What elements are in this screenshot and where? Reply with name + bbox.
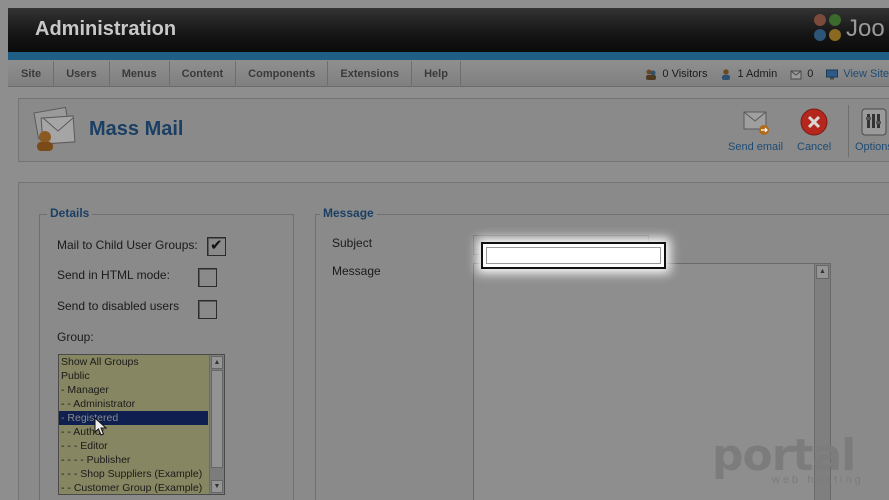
header-accent-bar [8, 52, 889, 60]
logo-text: Joo [846, 15, 885, 42]
menu-content[interactable]: Content [170, 61, 237, 87]
options-icon [859, 107, 889, 137]
watermark-brand: portal [712, 430, 856, 481]
messages-count: 0 [807, 68, 814, 80]
send-email-label: Send email [728, 141, 784, 153]
menu-site[interactable]: Site [9, 61, 55, 87]
menu-menus[interactable]: Menus [110, 61, 170, 87]
subject-label: Subject [332, 236, 373, 250]
admins-count: 1 Admin [737, 68, 778, 80]
options-label: Options [855, 141, 889, 153]
cancel-icon [799, 107, 829, 137]
visitors-status: 0 Visitors [645, 68, 707, 80]
list-item[interactable]: Show All Groups [59, 355, 224, 369]
visitors-icon [645, 69, 657, 80]
scroll-up-icon[interactable]: ▲ [211, 356, 223, 369]
mouse-cursor-icon [94, 416, 108, 437]
html-mode-checkbox[interactable] [198, 268, 217, 287]
cancel-label: Cancel [797, 141, 832, 153]
message-legend: Message [320, 206, 377, 220]
scroll-up-icon[interactable]: ▲ [816, 265, 829, 279]
listbox-scrollbar[interactable]: ▲ ▼ [209, 355, 224, 494]
admin-header: Administration Joo [8, 8, 889, 52]
send-email-button[interactable]: Send email [728, 107, 783, 153]
admin-icon [720, 68, 732, 80]
group-listbox[interactable]: Show All Groups Public - Manager - - Adm… [58, 354, 225, 495]
mail-child-groups-label: Mail to Child User Groups: [57, 238, 198, 252]
group-label: Group: [57, 330, 94, 344]
html-mode-label: Send in HTML mode: [57, 268, 170, 282]
check-mark-icon: ✔ [210, 237, 223, 254]
subject-input-inner [486, 247, 661, 264]
list-item[interactable]: - - Customer Group (Example) [59, 481, 224, 494]
disabled-users-checkbox[interactable] [198, 300, 217, 319]
portal-watermark: portal web hosting [712, 430, 864, 487]
header-title: Administration [35, 18, 177, 40]
menu-help[interactable]: Help [412, 61, 461, 87]
visitors-count: 0 Visitors [662, 68, 708, 80]
menu-components[interactable]: Components [236, 61, 329, 87]
list-item[interactable]: Public [59, 369, 224, 383]
subject-input[interactable] [481, 242, 666, 269]
messages-status[interactable]: 0 [790, 68, 813, 80]
message-label: Message [332, 264, 381, 278]
send-email-icon [741, 107, 771, 137]
status-bar: 0 Visitors 1 Admin 0 View Site [632, 61, 889, 87]
watermark-tagline: web hosting [772, 474, 864, 486]
page-title: Mass Mail [89, 118, 184, 140]
scroll-thumb[interactable] [211, 370, 223, 468]
toolbar-panel: Mass Mail Send email Cancel Option [18, 98, 889, 162]
scroll-down-icon[interactable]: ▼ [211, 480, 223, 493]
list-item[interactable]: - - Author [59, 425, 224, 439]
mass-mail-icon [30, 106, 78, 153]
list-item[interactable]: - Manager [59, 383, 224, 397]
list-item[interactable]: - - - Editor [59, 439, 224, 453]
view-site-label: View Site [843, 68, 889, 80]
list-item[interactable]: - - Administrator [59, 397, 224, 411]
disabled-users-label: Send to disabled users [57, 299, 180, 313]
joomla-logo[interactable]: Joo [814, 14, 885, 44]
list-item[interactable]: - - - - Publisher [59, 453, 224, 467]
menu-extensions[interactable]: Extensions [328, 61, 413, 87]
cancel-button[interactable]: Cancel [797, 107, 831, 153]
admins-status: 1 Admin [720, 68, 777, 80]
main-menu: Site Users Menus Content Components Exte… [9, 61, 461, 87]
toolbar-divider [848, 105, 849, 157]
monitor-icon [826, 69, 839, 80]
list-item[interactable]: - - - Shop Suppliers (Example) [59, 467, 224, 481]
view-site-link[interactable]: View Site [826, 68, 889, 80]
joomla-icon [814, 14, 844, 44]
main-menu-bar: Site Users Menus Content Components Exte… [8, 61, 889, 87]
mail-child-groups-checkbox[interactable]: ✔ [207, 237, 226, 256]
messages-icon [790, 69, 802, 80]
list-item-selected[interactable]: - Registered [59, 411, 208, 425]
options-button[interactable]: Options [855, 107, 889, 153]
details-legend: Details [47, 206, 93, 220]
menu-users[interactable]: Users [54, 61, 110, 87]
